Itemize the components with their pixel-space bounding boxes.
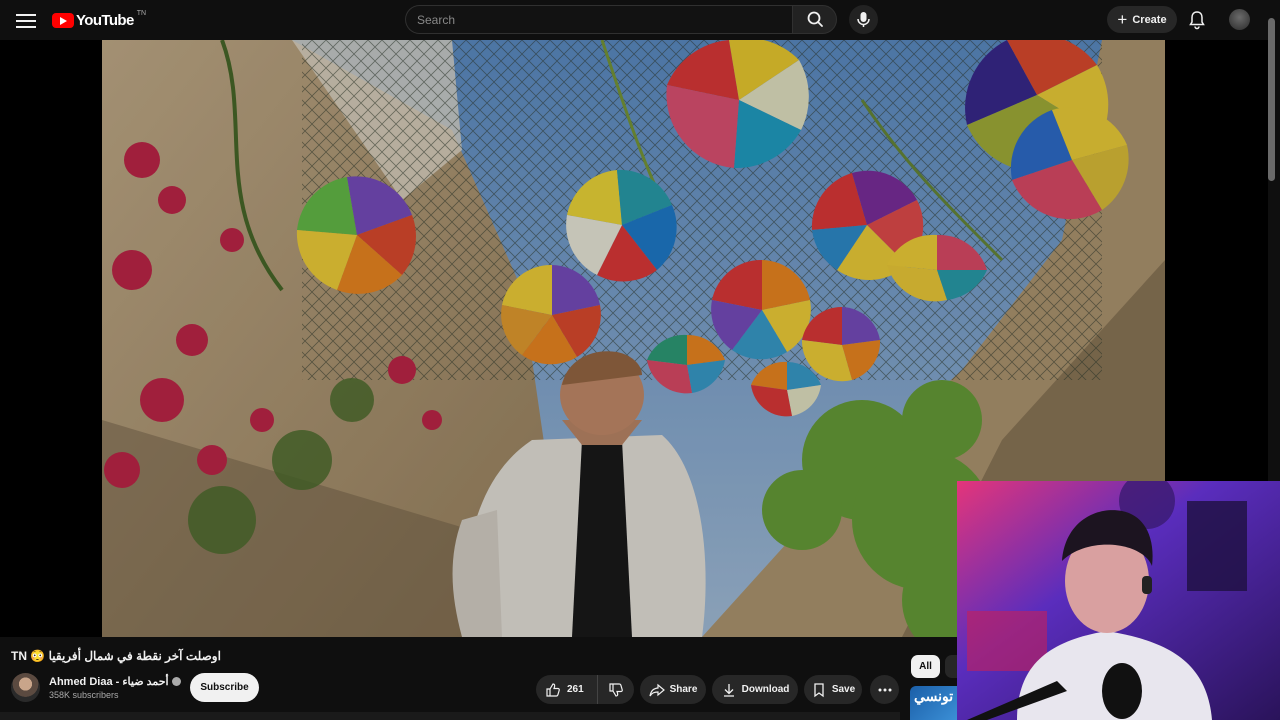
notifications-button[interactable] xyxy=(1186,9,1208,31)
video-title: TN 😳 اوصلت آخر نقطة في شمال أفريقيا xyxy=(11,649,221,663)
recommended-video-thumbnail[interactable]: تونسي xyxy=(910,686,957,720)
youtube-logo[interactable]: YouTube TN xyxy=(52,10,146,30)
verified-icon xyxy=(171,677,181,686)
share-button[interactable]: Share xyxy=(640,675,706,704)
subscriber-count: 358K subscribers xyxy=(49,690,119,700)
dislike-button[interactable] xyxy=(598,675,634,704)
account-avatar[interactable] xyxy=(1229,9,1250,30)
create-label: Create xyxy=(1132,13,1167,26)
more-actions-button[interactable] xyxy=(870,675,899,704)
search-box xyxy=(405,5,792,34)
channel-avatar[interactable] xyxy=(11,673,40,702)
voice-search-button[interactable] xyxy=(849,5,878,34)
share-label: Share xyxy=(669,684,698,695)
microphone-icon xyxy=(857,12,870,27)
create-button[interactable]: + Create xyxy=(1107,6,1177,33)
more-icon xyxy=(878,688,891,691)
logo-country-code: TN xyxy=(136,9,147,17)
save-icon xyxy=(814,682,824,697)
like-button[interactable]: 261 xyxy=(536,675,598,704)
channel-name[interactable]: Ahmed Diaa - أحمد ضياء xyxy=(49,675,181,688)
share-icon xyxy=(649,683,665,696)
webcam-frame xyxy=(957,481,1280,720)
description-preview[interactable] xyxy=(0,712,900,720)
like-count: 261 xyxy=(567,684,584,695)
search-button[interactable] xyxy=(792,5,837,34)
menu-icon[interactable] xyxy=(14,10,38,30)
search-input[interactable] xyxy=(406,6,792,33)
bell-icon xyxy=(1189,11,1205,30)
download-icon xyxy=(723,683,734,697)
youtube-logo-icon xyxy=(52,12,74,28)
chip-next[interactable] xyxy=(945,655,957,678)
save-button[interactable]: Save xyxy=(804,675,862,704)
logo-text: YouTube xyxy=(76,11,134,29)
webcam-overlay xyxy=(957,481,1280,720)
top-bar: YouTube TN + Create xyxy=(0,0,1280,40)
channel-name-text: Ahmed Diaa - أحمد ضياء xyxy=(49,676,169,688)
save-label: Save xyxy=(831,684,856,695)
thumbnail-text: تونسي xyxy=(914,688,954,704)
subscribe-button[interactable]: Subscribe xyxy=(190,673,259,702)
download-button[interactable]: Download xyxy=(712,675,798,704)
chip-all[interactable]: All xyxy=(911,655,940,678)
like-dislike-group: 261 xyxy=(536,675,634,704)
like-icon xyxy=(546,682,560,697)
dislike-icon xyxy=(609,682,623,697)
search-icon xyxy=(807,11,823,27)
plus-icon: + xyxy=(1117,9,1128,29)
page-scrollbar[interactable] xyxy=(1268,18,1275,181)
player-letterbox-left xyxy=(0,40,102,637)
download-label: Download xyxy=(741,684,790,695)
